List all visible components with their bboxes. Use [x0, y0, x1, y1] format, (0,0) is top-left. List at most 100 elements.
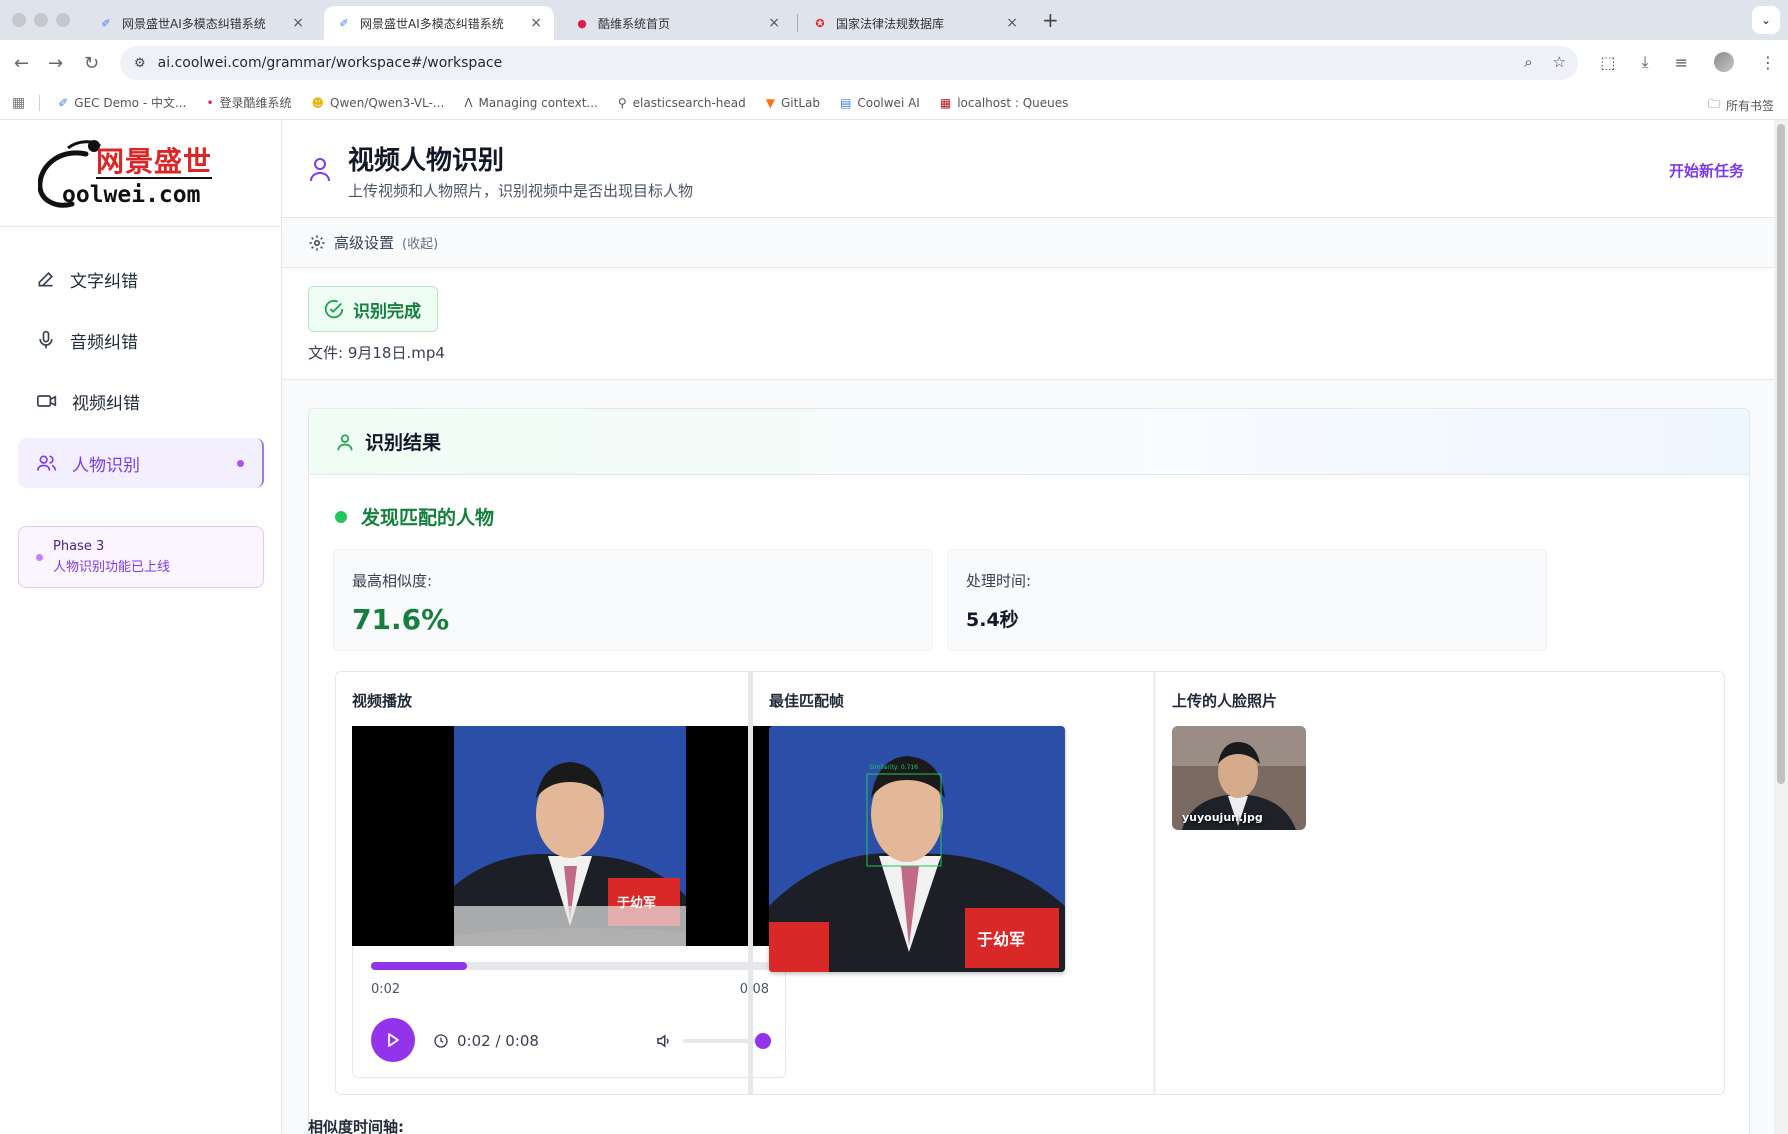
bookmark-favicon-icon: ▤	[840, 95, 852, 110]
video-frame-image	[352, 726, 786, 946]
back-icon[interactable]: ←	[14, 53, 29, 74]
player-controls: 0:02 0:08 0:02 / 0:08	[352, 946, 786, 1078]
page-scrollbar[interactable]	[1774, 120, 1788, 1134]
close-icon[interactable]: ×	[292, 15, 304, 31]
similarity-timeline-label: 相似度时间轴:	[308, 1118, 404, 1134]
sidebar-item-text-correction[interactable]: 文字纠错	[18, 254, 264, 304]
logo-text-en: oolwei.com	[62, 182, 201, 208]
folder-icon: 🗀	[1707, 97, 1720, 111]
url-text[interactable]: ai.coolwei.com/grammar/workspace#/worksp…	[158, 55, 503, 71]
browser-tabstrip: ✐ 网景盛世AI多模态纠错系统 × ✐ 网景盛世AI多模态纠错系统 × ● 酷维…	[0, 0, 1788, 40]
face-file-name: yuyoujun.jpg	[1182, 811, 1263, 824]
sidebar-item-label: 文字纠错	[70, 271, 138, 292]
video-icon	[36, 395, 57, 407]
status-badge-label: 识别完成	[353, 301, 421, 322]
match-status: 发现匹配的人物	[335, 503, 494, 530]
bookmark-item[interactable]: ⚲ elasticsearch-head	[618, 96, 746, 110]
page-subtitle: 上传视频和人物照片，识别视频中是否出现目标人物	[348, 182, 694, 200]
bookmark-item[interactable]: ▤ Coolwei AI	[840, 96, 920, 110]
browser-tab[interactable]: ● 酷维系统首页 ×	[562, 6, 792, 40]
bookmark-label: Managing context...	[478, 95, 598, 110]
more-menu-icon[interactable]: ⋮	[1760, 53, 1776, 72]
sidebar-item-person-recognition[interactable]: 人物识别	[18, 438, 264, 488]
bookmark-label: elasticsearch-head	[632, 95, 746, 110]
sidebar-item-audio-correction[interactable]: 音频纠错	[18, 315, 264, 365]
phase-notice: Phase 3 人物识别功能已上线	[18, 526, 264, 588]
new-task-button[interactable]: 开始新任务	[1669, 160, 1744, 181]
bookmark-item[interactable]: Λ Managing context...	[464, 96, 598, 110]
close-icon[interactable]: ×	[768, 15, 780, 31]
progress-bar[interactable]	[371, 962, 769, 970]
close-icon[interactable]: ×	[530, 15, 542, 31]
page-header: 视频人物识别 上传视频和人物照片，识别视频中是否出现目标人物 开始新任务	[282, 120, 1774, 218]
bookmark-favicon-icon: ▦	[939, 95, 952, 110]
reading-list-icon[interactable]: ≡	[1675, 53, 1688, 72]
reload-icon[interactable]: ↻	[84, 53, 99, 74]
logo[interactable]: 网景盛世 oolwei.com	[37, 138, 244, 216]
status-area: 识别完成 文件: 9月18日.mp4	[282, 268, 1774, 380]
video-nameplate-text: 于幼军	[617, 896, 657, 911]
max-similarity-value: 71.6%	[352, 603, 450, 636]
bookmark-item[interactable]: ✐ GEC Demo - 中文...	[58, 94, 186, 111]
profile-avatar[interactable]	[1714, 52, 1734, 72]
play-button[interactable]	[371, 1018, 415, 1062]
tab-favicon-icon: ✐	[101, 16, 111, 30]
gitlab-icon: ▼	[765, 95, 775, 110]
best-frame-image: Similarity: 0.716 于幼军	[769, 726, 1065, 972]
forward-icon[interactable]: →	[48, 53, 63, 74]
volume-icon[interactable]	[655, 1032, 673, 1050]
bookmark-label: Coolwei AI	[857, 95, 920, 110]
sidebar-item-label: 视频纠错	[72, 393, 140, 414]
user-icon	[337, 434, 353, 450]
scrollbar-thumb[interactable]	[1777, 124, 1785, 784]
bookmark-star-icon[interactable]: ☆	[1553, 53, 1566, 71]
video-player[interactable]: 于幼军	[352, 726, 786, 946]
all-bookmarks-label: 所有书签	[1725, 99, 1774, 113]
all-bookmarks[interactable]: 🗀 所有书签	[1708, 95, 1774, 116]
advanced-settings-toggle[interactable]: 高级设置 (收起)	[282, 218, 1774, 268]
bookmark-favicon-icon: ✐	[58, 95, 69, 110]
sidebar-item-label: 音频纠错	[70, 332, 138, 353]
tab-favicon-icon: ✪	[815, 16, 825, 30]
play-icon	[388, 1033, 399, 1047]
browser-tab[interactable]: ✪ 国家法律法规数据库 ×	[800, 6, 1030, 40]
browser-tab[interactable]: ✐ 网景盛世AI多模态纠错系统 ×	[86, 6, 316, 40]
site-info-icon[interactable]: ⚙	[134, 56, 146, 71]
chevron-down-icon[interactable]: ⌄	[1752, 6, 1780, 34]
bookmarks-bar: ▦ ✐ GEC Demo - 中文... • 登录酷维系统 ☻ Qwen/Qwen3-…	[0, 86, 1788, 120]
page-title: 视频人物识别	[348, 146, 505, 176]
uploaded-face-image[interactable]: yuyoujun.jpg	[1172, 726, 1306, 830]
sidebar-item-video-correction[interactable]: 视频纠错	[18, 376, 264, 426]
advanced-settings-state: (收起)	[402, 237, 439, 252]
tab-title: 国家法律法规数据库	[836, 16, 945, 31]
match-text: 发现匹配的人物	[361, 507, 495, 529]
tab-title: 网景盛世AI多模态纠错系统	[122, 16, 266, 31]
browser-tab-active[interactable]: ✐ 网景盛世AI多模态纠错系统 ×	[324, 6, 554, 40]
window-controls[interactable]	[12, 13, 70, 27]
match-dot	[335, 510, 347, 523]
download-icon[interactable]: ⤓	[1642, 52, 1649, 72]
bookmark-label: GEC Demo - 中文...	[74, 96, 187, 110]
active-indicator-dot	[237, 460, 244, 467]
address-bar[interactable]: ⚙ ai.coolwei.com/grammar/workspace#/work…	[120, 46, 1578, 80]
gear-icon	[309, 235, 325, 250]
zoom-icon[interactable]: ⌕	[1524, 53, 1532, 71]
advanced-settings-label: 高级设置	[334, 234, 395, 252]
new-tab-icon[interactable]: +	[1042, 8, 1059, 32]
processing-time-label: 处理时间:	[966, 572, 1032, 590]
bookmark-item[interactable]: ▼ GitLab	[766, 96, 820, 110]
apps-grid-icon[interactable]: ▦	[12, 95, 25, 111]
progress-fill	[371, 962, 467, 970]
bookmark-label: GitLab	[781, 95, 820, 110]
video-panel-title: 视频播放	[352, 692, 413, 710]
extensions-icon[interactable]: ⬚	[1600, 53, 1615, 72]
tab-favicon-icon: ●	[577, 16, 587, 30]
bookmark-item[interactable]: ▦ localhost : Queues	[940, 96, 1069, 110]
close-icon[interactable]: ×	[1006, 15, 1018, 31]
bookmark-item[interactable]: ☻ Qwen/Qwen3-VL-...	[312, 96, 445, 110]
uploaded-face-panel: 上传的人脸照片 yuyoujun.jpg	[1156, 672, 1724, 1094]
bookmark-item[interactable]: • 登录酷维系统	[206, 94, 291, 111]
bookmark-favicon-icon: ☻	[311, 95, 325, 110]
clock-icon	[434, 1034, 448, 1048]
result-title: 识别结果	[365, 432, 442, 454]
